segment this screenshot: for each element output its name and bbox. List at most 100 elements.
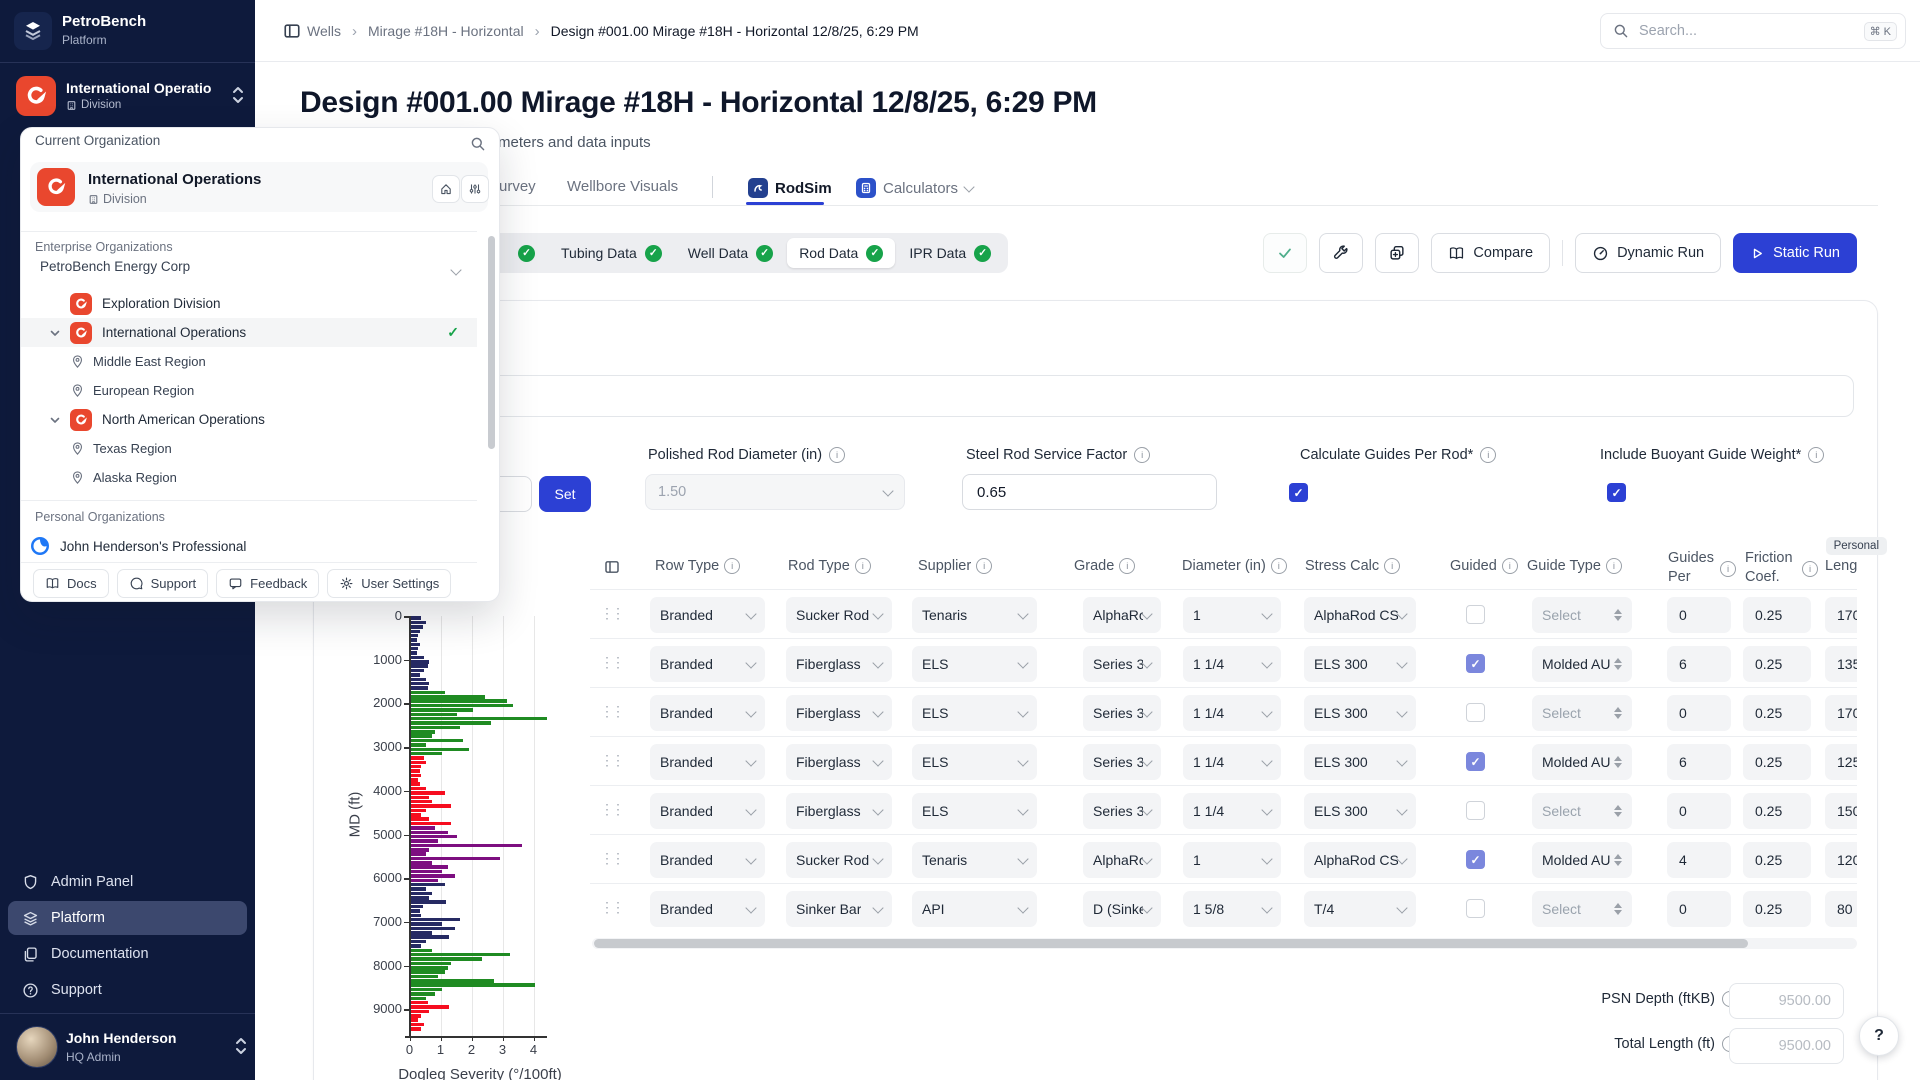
search-input[interactable] <box>1637 22 1856 40</box>
supplier-select[interactable]: ELS <box>912 793 1037 829</box>
guided-checkbox[interactable] <box>1466 605 1485 624</box>
row-type-select[interactable]: Branded <box>650 744 765 780</box>
length-input[interactable]: 80 <box>1825 891 1857 927</box>
set-button[interactable]: Set <box>539 476 591 512</box>
psn-depth-input[interactable]: 9500.00 <box>1729 983 1844 1019</box>
breadcrumb-item[interactable]: Wells <box>307 23 341 39</box>
drag-handle[interactable]: ⋮⋮ <box>600 899 622 916</box>
rod-type-select[interactable]: Sucker Rod <box>786 597 892 633</box>
drag-handle[interactable]: ⋮⋮ <box>600 654 622 671</box>
grade-select[interactable]: Series 3 <box>1083 744 1161 780</box>
rod-type-select[interactable]: Fiberglass <box>786 793 892 829</box>
guided-checkbox[interactable]: ✓ <box>1466 654 1485 673</box>
rod-type-select[interactable]: Fiberglass <box>786 744 892 780</box>
grade-select[interactable]: Series 3 <box>1083 695 1161 731</box>
chevron-updown-icon[interactable] <box>230 83 246 107</box>
grade-select[interactable]: Series 3 <box>1083 793 1161 829</box>
chip-rod-data[interactable]: Rod Data✓ <box>787 238 895 268</box>
enterprise-root-org[interactable]: PetroBench Energy Corp <box>40 259 190 274</box>
total-length-input[interactable]: 9500.00 <box>1729 1028 1844 1064</box>
help-button[interactable]: ? <box>1859 1016 1899 1056</box>
row-type-select[interactable]: Branded <box>650 597 765 633</box>
guide-type-select[interactable]: Select <box>1532 695 1632 731</box>
personal-org-item[interactable]: John Henderson's Professional <box>30 532 488 560</box>
stress-calc-select[interactable]: ELS 300 <box>1304 695 1416 731</box>
org-tree-item-alaska-region[interactable]: Alaska Region <box>21 463 477 492</box>
compare-button[interactable]: Compare <box>1431 233 1550 273</box>
row-type-select[interactable]: Branded <box>650 646 765 682</box>
diameter-select[interactable]: 1 <box>1183 597 1281 633</box>
guides-per-input[interactable]: 0 <box>1667 891 1731 927</box>
stress-calc-select[interactable]: ELS 300 <box>1304 744 1416 780</box>
guided-checkbox[interactable] <box>1466 801 1485 820</box>
friction-coef-input[interactable]: 0.25 <box>1743 597 1811 633</box>
length-input[interactable]: 125 <box>1825 744 1857 780</box>
supplier-select[interactable]: ELS <box>912 695 1037 731</box>
menu-footer-support-button[interactable]: Support <box>117 569 209 598</box>
friction-coef-input[interactable]: 0.25 <box>1743 695 1811 731</box>
guides-per-input[interactable]: 0 <box>1667 695 1731 731</box>
static-run-button[interactable]: Static Run <box>1733 233 1857 273</box>
grade-select[interactable]: AlphaRod <box>1083 842 1161 878</box>
length-input[interactable]: 135 <box>1825 646 1857 682</box>
guided-checkbox[interactable] <box>1466 703 1485 722</box>
diameter-select[interactable]: 1 1/4 <box>1183 646 1281 682</box>
friction-coef-input[interactable]: 0.25 <box>1743 793 1811 829</box>
tab-rodsim[interactable]: RodSim <box>748 178 832 198</box>
stress-calc-select[interactable]: T/4 <box>1304 891 1416 927</box>
guided-checkbox[interactable] <box>1466 899 1485 918</box>
guides-per-input[interactable]: 6 <box>1667 744 1731 780</box>
diameter-select[interactable]: 1 1/4 <box>1183 695 1281 731</box>
row-type-select[interactable]: Branded <box>650 842 765 878</box>
stress-calc-select[interactable]: ELS 300 <box>1304 646 1416 682</box>
chip-ipr-data[interactable]: IPR Data✓ <box>897 238 1003 268</box>
org-tree-item-exploration-division[interactable]: Exploration Division <box>21 289 477 318</box>
row-type-select[interactable]: Branded <box>650 793 765 829</box>
org-tree-item-international-operations[interactable]: International Operations✓ <box>21 318 477 347</box>
guide-type-select[interactable]: Select <box>1532 597 1632 633</box>
supplier-select[interactable]: Tenaris <box>912 597 1037 633</box>
length-input[interactable]: 170 <box>1825 695 1857 731</box>
tab-calculators[interactable]: Calculators <box>856 178 973 198</box>
drag-handle[interactable]: ⋮⋮ <box>600 850 622 867</box>
validate-button[interactable] <box>1263 233 1307 273</box>
guides-per-input[interactable]: 4 <box>1667 842 1731 878</box>
diameter-select[interactable]: 1 <box>1183 842 1281 878</box>
table-panel-icon[interactable] <box>604 559 620 575</box>
duplicate-button[interactable] <box>1375 233 1419 273</box>
guide-type-select[interactable]: Select <box>1532 891 1632 927</box>
org-home-button[interactable] <box>432 175 460 203</box>
length-input[interactable]: 120 <box>1825 842 1857 878</box>
expand-chevron-icon[interactable] <box>43 414 67 426</box>
rod-type-select[interactable]: Fiberglass <box>786 695 892 731</box>
sidebar-toggle-icon[interactable] <box>283 22 301 40</box>
menu-scrollbar-thumb[interactable] <box>488 236 495 449</box>
drag-handle[interactable]: ⋮⋮ <box>600 801 622 818</box>
org-menu-search-icon[interactable] <box>470 136 486 152</box>
sidebar-item-platform[interactable]: Platform <box>8 901 247 935</box>
buoyant-guide-weight-checkb[interactable]: ✓ <box>1607 483 1626 502</box>
guide-type-select[interactable]: Select <box>1532 793 1632 829</box>
guides-per-input[interactable]: 0 <box>1667 597 1731 633</box>
sidebar-item-documentation[interactable]: Documentation <box>8 937 247 971</box>
guide-type-select[interactable]: Molded AU <box>1532 646 1632 682</box>
supplier-select[interactable]: Tenaris <box>912 842 1037 878</box>
org-tree-item-north-american-operations[interactable]: North American Operations <box>21 405 477 434</box>
guides-per-input[interactable]: 0 <box>1667 793 1731 829</box>
root-chevron-icon[interactable] <box>452 261 460 279</box>
calculate-guides-checkbox[interactable]: ✓ <box>1289 483 1308 502</box>
diameter-select[interactable]: 1 1/4 <box>1183 793 1281 829</box>
length-input[interactable]: 150 <box>1825 793 1857 829</box>
expand-chevron-icon[interactable] <box>43 327 67 339</box>
org-tree-item-middle-east-region[interactable]: Middle East Region <box>21 347 477 376</box>
rod-type-select[interactable]: Sucker Rod <box>786 842 892 878</box>
sidebar-item-support[interactable]: Support <box>8 973 247 1007</box>
chip-well-data[interactable]: Well Data✓ <box>676 238 785 268</box>
drag-handle[interactable]: ⋮⋮ <box>600 752 622 769</box>
tools-button[interactable] <box>1319 233 1363 273</box>
org-settings-button[interactable] <box>461 175 489 203</box>
menu-footer-user-settings-button[interactable]: User Settings <box>327 569 451 598</box>
user-avatar[interactable] <box>16 1026 58 1068</box>
menu-footer-feedback-button[interactable]: Feedback <box>216 569 319 598</box>
length-input[interactable]: 170 <box>1825 597 1857 633</box>
